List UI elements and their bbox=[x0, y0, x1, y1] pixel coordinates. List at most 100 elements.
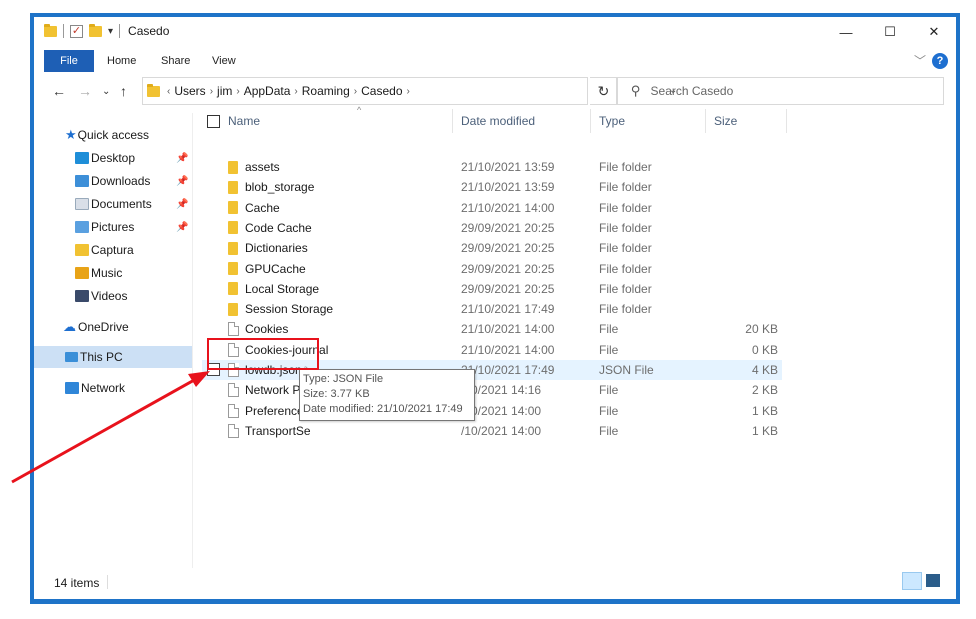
tab-file[interactable]: File bbox=[44, 50, 94, 72]
file-size bbox=[702, 279, 778, 299]
divider bbox=[107, 575, 108, 589]
column-divider[interactable] bbox=[590, 109, 591, 133]
chevron-right-icon[interactable]: › bbox=[407, 86, 410, 97]
recent-locations-chevron-icon[interactable]: ⌄ bbox=[102, 86, 110, 97]
file-icon bbox=[228, 322, 239, 337]
sidebar-item-videos[interactable]: Videos bbox=[75, 285, 192, 307]
column-header-type[interactable]: Type bbox=[599, 109, 625, 133]
sidebar-item-onedrive[interactable]: ☁ OneDrive bbox=[63, 316, 192, 338]
sidebar-item-captura[interactable]: Captura bbox=[75, 239, 192, 261]
file-row[interactable]: Local Storage 29/09/2021 20:25 File folder bbox=[202, 279, 782, 299]
new-folder-icon[interactable] bbox=[89, 23, 102, 37]
quick-access-toolbar-dropdown-icon[interactable]: ▾ bbox=[108, 26, 113, 37]
pin-icon[interactable]: 📌 bbox=[176, 222, 188, 233]
folder-icon bbox=[75, 244, 89, 256]
file-size bbox=[702, 157, 778, 177]
back-arrow-icon[interactable]: ← bbox=[52, 83, 66, 99]
minimize-button[interactable]: — bbox=[824, 17, 868, 47]
forward-arrow-icon[interactable]: → bbox=[78, 83, 92, 99]
file-row[interactable]: Cache 21/10/2021 14:00 File folder bbox=[202, 198, 782, 218]
breadcrumb-roaming[interactable]: Roaming bbox=[302, 84, 350, 98]
sidebar-item-pictures[interactable]: Pictures 📌 bbox=[75, 216, 192, 238]
properties-check-icon[interactable]: ✓ bbox=[70, 24, 83, 38]
address-row: ← → ⌄ ↑ ‹ Users › jim › AppData › Roamin… bbox=[34, 77, 956, 107]
tab-share[interactable]: Share bbox=[161, 50, 190, 72]
chevron-left-icon[interactable]: ‹ bbox=[167, 86, 170, 97]
chevron-right-icon[interactable]: › bbox=[294, 86, 297, 97]
divider bbox=[119, 24, 121, 38]
file-name: Cookies bbox=[228, 319, 288, 339]
pin-icon[interactable]: 📌 bbox=[176, 176, 188, 187]
file-row[interactable]: Network Pe/10/2021 14:16 File 2 KB bbox=[202, 380, 782, 400]
file-row[interactable]: GPUCache 29/09/2021 20:25 File folder bbox=[202, 259, 782, 279]
file-name-label: Dictionaries bbox=[245, 241, 308, 256]
up-arrow-icon[interactable]: ↑ bbox=[120, 83, 127, 99]
large-icons-view-icon[interactable] bbox=[926, 574, 940, 587]
pin-icon[interactable]: 📌 bbox=[176, 153, 188, 164]
breadcrumb-appdata[interactable]: AppData bbox=[244, 84, 291, 98]
chevron-right-icon[interactable]: › bbox=[210, 86, 213, 97]
navigation-pane: ★ Quick access Desktop 📌 Downloads 📌 Doc… bbox=[34, 113, 192, 568]
chevron-right-icon[interactable]: › bbox=[236, 86, 239, 97]
help-icon[interactable]: ? bbox=[932, 52, 948, 69]
file-row[interactable]: assets 21/10/2021 13:59 File folder bbox=[202, 157, 782, 177]
maximize-button[interactable]: ☐ bbox=[868, 17, 912, 47]
sidebar-item-documents[interactable]: Documents 📌 bbox=[75, 193, 192, 215]
file-name: Session Storage bbox=[228, 299, 333, 319]
expand-ribbon-chevron-icon[interactable]: ﹀ bbox=[914, 52, 926, 69]
computer-icon bbox=[65, 352, 78, 362]
file-name-label: assets bbox=[245, 160, 280, 174]
file-name: Code Cache bbox=[228, 218, 312, 238]
select-all-checkbox[interactable] bbox=[207, 115, 220, 128]
file-name-label: Network Pe bbox=[245, 383, 308, 398]
file-row[interactable]: Cookies 21/10/2021 14:00 File 20 KB bbox=[202, 319, 782, 339]
file-size bbox=[702, 177, 778, 197]
breadcrumb-casedo[interactable]: Casedo bbox=[361, 84, 402, 98]
folder-icon bbox=[147, 83, 160, 97]
sidebar-item-label: Desktop bbox=[91, 151, 136, 165]
tab-home[interactable]: Home bbox=[107, 50, 136, 72]
search-input[interactable]: ⚲ Search Casedo bbox=[616, 77, 944, 105]
sidebar-item-this-pc[interactable]: This PC bbox=[34, 346, 192, 368]
file-row[interactable]: blob_storage 21/10/2021 13:59 File folder bbox=[202, 177, 782, 197]
file-row[interactable]: Code Cache 29/09/2021 20:25 File folder bbox=[202, 218, 782, 238]
file-date: 29/09/2021 20:25 bbox=[461, 241, 555, 256]
file-row[interactable]: Dictionaries 29/09/2021 20:25 File folder bbox=[202, 238, 782, 258]
close-button[interactable]: ✕ bbox=[912, 17, 956, 47]
breadcrumb-jim[interactable]: jim bbox=[217, 84, 232, 98]
column-divider[interactable] bbox=[705, 109, 706, 133]
file-date: 29/09/2021 20:25 bbox=[461, 261, 555, 276]
tooltip-type: Type: JSON File bbox=[303, 373, 384, 385]
file-type: File folder bbox=[599, 261, 652, 276]
pin-icon[interactable]: 📌 bbox=[176, 199, 188, 210]
column-divider[interactable] bbox=[786, 109, 787, 133]
sidebar-item-downloads[interactable]: Downloads 📌 bbox=[75, 170, 192, 192]
address-bar[interactable]: ‹ Users › jim › AppData › Roaming › Case… bbox=[142, 77, 677, 105]
file-date: 21/10/2021 17:49 bbox=[461, 363, 555, 377]
file-name-label: Session Storage bbox=[245, 302, 334, 317]
sidebar-item-desktop[interactable]: Desktop 📌 bbox=[75, 147, 192, 169]
file-name: Local Storage bbox=[228, 279, 319, 299]
file-row[interactable]: Preferences/10/2021 14:00 File 1 KB bbox=[202, 401, 782, 421]
file-size: 0 KB bbox=[751, 342, 778, 357]
file-row[interactable]: TransportSe/10/2021 14:00 File 1 KB bbox=[202, 421, 782, 441]
sidebar-item-music[interactable]: Music bbox=[75, 262, 192, 284]
file-row[interactable]: Session Storage 21/10/2021 17:49 File fold… bbox=[202, 299, 782, 319]
column-header-name[interactable]: Name bbox=[228, 109, 260, 133]
chevron-right-icon[interactable]: › bbox=[354, 86, 357, 97]
breadcrumb-users[interactable]: Users bbox=[174, 84, 205, 98]
refresh-icon[interactable]: ↻ bbox=[590, 77, 618, 105]
details-view-icon[interactable] bbox=[902, 572, 922, 590]
column-divider[interactable] bbox=[452, 109, 453, 133]
file-date: 21/10/2021 13:59 bbox=[461, 180, 555, 195]
sidebar-item-label: Pictures bbox=[91, 220, 135, 234]
search-placeholder: Search Casedo bbox=[650, 84, 734, 98]
sidebar-item-network[interactable]: Network bbox=[65, 377, 192, 399]
column-header-date[interactable]: Date modified bbox=[461, 109, 535, 133]
sidebar-item-quick-access[interactable]: ★ Quick access bbox=[65, 124, 192, 146]
documents-icon bbox=[75, 198, 89, 210]
pane-divider[interactable] bbox=[192, 113, 193, 568]
tab-view[interactable]: View bbox=[212, 50, 236, 72]
file-name-label: TransportSe bbox=[245, 423, 311, 438]
column-header-size[interactable]: Size bbox=[714, 109, 737, 133]
